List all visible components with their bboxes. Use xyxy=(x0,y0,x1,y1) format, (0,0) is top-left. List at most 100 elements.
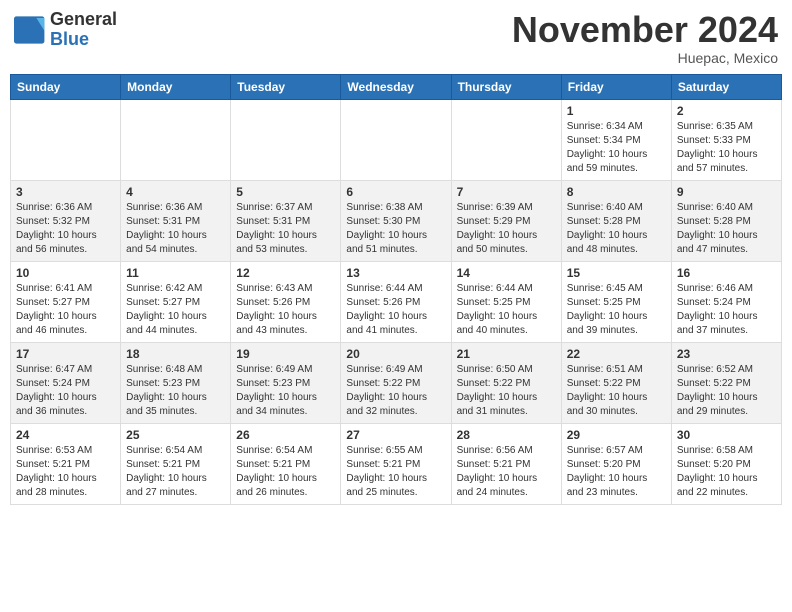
week-row-2: 3 Sunrise: 6:36 AMSunset: 5:32 PMDaylight… xyxy=(11,180,782,261)
day-info: Sunrise: 6:34 AMSunset: 5:34 PMDaylight:… xyxy=(567,120,666,176)
day-number: 4 xyxy=(126,185,225,199)
day-info: Sunrise: 6:52 AMSunset: 5:22 PMDaylight:… xyxy=(677,363,776,419)
day-cell-15: 15 Sunrise: 6:45 AMSunset: 5:25 PMDayligh… xyxy=(561,261,671,342)
day-info: Sunrise: 6:45 AMSunset: 5:25 PMDaylight:… xyxy=(567,282,666,338)
day-info: Sunrise: 6:48 AMSunset: 5:23 PMDaylight:… xyxy=(126,363,225,419)
title-section: November 2024 Huepac, Mexico xyxy=(512,10,778,66)
day-info: Sunrise: 6:41 AMSunset: 5:27 PMDaylight:… xyxy=(16,282,115,338)
day-info: Sunrise: 6:51 AMSunset: 5:22 PMDaylight:… xyxy=(567,363,666,419)
day-number: 16 xyxy=(677,266,776,280)
day-number: 18 xyxy=(126,347,225,361)
day-number: 2 xyxy=(677,104,776,118)
day-header-sunday: Sunday xyxy=(11,74,121,99)
location: Huepac, Mexico xyxy=(512,50,778,66)
day-info: Sunrise: 6:40 AMSunset: 5:28 PMDaylight:… xyxy=(567,201,666,257)
day-cell-5: 5Sunrise: 6:37 AMSunset: 5:31 PMDaylight… xyxy=(231,180,341,261)
day-cell-18: 18 Sunrise: 6:48 AMSunset: 5:23 PMDayligh… xyxy=(121,342,231,423)
day-info: Sunrise: 6:43 AMSunset: 5:26 PMDaylight:… xyxy=(236,282,335,338)
day-cell-4: 4 Sunrise: 6:36 AMSunset: 5:31 PMDaylight… xyxy=(121,180,231,261)
day-info: Sunrise: 6:46 AMSunset: 5:24 PMDaylight:… xyxy=(677,282,776,338)
day-cell-22: 22 Sunrise: 6:51 AMSunset: 5:22 PMDayligh… xyxy=(561,342,671,423)
day-number: 26 xyxy=(236,428,335,442)
day-cell-10: 10 Sunrise: 6:41 AMSunset: 5:27 PMDayligh… xyxy=(11,261,121,342)
day-header-wednesday: Wednesday xyxy=(341,74,451,99)
week-row-3: 10 Sunrise: 6:41 AMSunset: 5:27 PMDayligh… xyxy=(11,261,782,342)
calendar: SundayMondayTuesdayWednesdayThursdayFrid… xyxy=(10,74,782,505)
day-number: 21 xyxy=(457,347,556,361)
day-cell-3: 3 Sunrise: 6:36 AMSunset: 5:32 PMDaylight… xyxy=(11,180,121,261)
empty-cell xyxy=(341,99,451,180)
day-info: Sunrise: 6:36 AMSunset: 5:31 PMDaylight:… xyxy=(126,201,225,257)
day-number: 17 xyxy=(16,347,115,361)
empty-cell xyxy=(451,99,561,180)
day-number: 11 xyxy=(126,266,225,280)
day-cell-14: 14 Sunrise: 6:44 AMSunset: 5:25 PMDayligh… xyxy=(451,261,561,342)
day-cell-25: 25Sunrise: 6:54 AMSunset: 5:21 PMDayligh… xyxy=(121,423,231,504)
day-info: Sunrise: 6:39 AMSunset: 5:29 PMDaylight:… xyxy=(457,201,556,257)
day-number: 14 xyxy=(457,266,556,280)
header-row: SundayMondayTuesdayWednesdayThursdayFrid… xyxy=(11,74,782,99)
day-number: 27 xyxy=(346,428,445,442)
page-header: General Blue November 2024 Huepac, Mexic… xyxy=(10,10,782,66)
logo-icon xyxy=(14,16,46,44)
day-info: Sunrise: 6:53 AMSunset: 5:21 PMDaylight:… xyxy=(16,444,115,500)
day-cell-26: 26 Sunrise: 6:54 AMSunset: 5:21 PMDayligh… xyxy=(231,423,341,504)
day-header-monday: Monday xyxy=(121,74,231,99)
day-cell-19: 19 Sunrise: 6:49 AMSunset: 5:23 PMDayligh… xyxy=(231,342,341,423)
day-cell-30: 30 Sunrise: 6:58 AMSunset: 5:20 PMDayligh… xyxy=(671,423,781,504)
day-number: 25 xyxy=(126,428,225,442)
day-cell-24: 24 Sunrise: 6:53 AMSunset: 5:21 PMDayligh… xyxy=(11,423,121,504)
day-cell-17: 17 Sunrise: 6:47 AMSunset: 5:24 PMDayligh… xyxy=(11,342,121,423)
day-info: Sunrise: 6:58 AMSunset: 5:20 PMDaylight:… xyxy=(677,444,776,500)
day-info: Sunrise: 6:56 AMSunset: 5:21 PMDaylight:… xyxy=(457,444,556,500)
day-info: Sunrise: 6:57 AMSunset: 5:20 PMDaylight:… xyxy=(567,444,666,500)
day-info: Sunrise: 6:50 AMSunset: 5:22 PMDaylight:… xyxy=(457,363,556,419)
day-info: Sunrise: 6:42 AMSunset: 5:27 PMDaylight:… xyxy=(126,282,225,338)
day-number: 20 xyxy=(346,347,445,361)
day-number: 30 xyxy=(677,428,776,442)
day-number: 13 xyxy=(346,266,445,280)
day-cell-2: 2 Sunrise: 6:35 AMSunset: 5:33 PMDaylight… xyxy=(671,99,781,180)
day-number: 15 xyxy=(567,266,666,280)
logo-text: General Blue xyxy=(50,10,117,50)
day-cell-27: 27Sunrise: 6:55 AMSunset: 5:21 PMDayligh… xyxy=(341,423,451,504)
day-number: 12 xyxy=(236,266,335,280)
day-header-friday: Friday xyxy=(561,74,671,99)
day-cell-1: 1 Sunrise: 6:34 AMSunset: 5:34 PMDaylight… xyxy=(561,99,671,180)
day-info: Sunrise: 6:38 AMSunset: 5:30 PMDaylight:… xyxy=(346,201,445,257)
logo-general: General xyxy=(50,9,117,29)
day-info: Sunrise: 6:36 AMSunset: 5:32 PMDaylight:… xyxy=(16,201,115,257)
day-cell-23: 23Sunrise: 6:52 AMSunset: 5:22 PMDayligh… xyxy=(671,342,781,423)
day-number: 9 xyxy=(677,185,776,199)
day-number: 28 xyxy=(457,428,556,442)
day-number: 6 xyxy=(346,185,445,199)
day-cell-7: 7 Sunrise: 6:39 AMSunset: 5:29 PMDaylight… xyxy=(451,180,561,261)
week-row-4: 17 Sunrise: 6:47 AMSunset: 5:24 PMDayligh… xyxy=(11,342,782,423)
day-cell-20: 20 Sunrise: 6:49 AMSunset: 5:22 PMDayligh… xyxy=(341,342,451,423)
day-cell-21: 21 Sunrise: 6:50 AMSunset: 5:22 PMDayligh… xyxy=(451,342,561,423)
day-number: 7 xyxy=(457,185,556,199)
day-info: Sunrise: 6:35 AMSunset: 5:33 PMDaylight:… xyxy=(677,120,776,176)
day-info: Sunrise: 6:47 AMSunset: 5:24 PMDaylight:… xyxy=(16,363,115,419)
day-number: 24 xyxy=(16,428,115,442)
day-cell-29: 29 Sunrise: 6:57 AMSunset: 5:20 PMDayligh… xyxy=(561,423,671,504)
day-info: Sunrise: 6:54 AMSunset: 5:21 PMDaylight:… xyxy=(236,444,335,500)
day-cell-13: 13 Sunrise: 6:44 AMSunset: 5:26 PMDayligh… xyxy=(341,261,451,342)
day-number: 3 xyxy=(16,185,115,199)
empty-cell xyxy=(231,99,341,180)
day-info: Sunrise: 6:44 AMSunset: 5:25 PMDaylight:… xyxy=(457,282,556,338)
day-number: 1 xyxy=(567,104,666,118)
week-row-1: 1 Sunrise: 6:34 AMSunset: 5:34 PMDaylight… xyxy=(11,99,782,180)
day-number: 22 xyxy=(567,347,666,361)
week-row-5: 24 Sunrise: 6:53 AMSunset: 5:21 PMDayligh… xyxy=(11,423,782,504)
empty-cell xyxy=(11,99,121,180)
day-info: Sunrise: 6:44 AMSunset: 5:26 PMDaylight:… xyxy=(346,282,445,338)
day-cell-28: 28 Sunrise: 6:56 AMSunset: 5:21 PMDayligh… xyxy=(451,423,561,504)
day-number: 29 xyxy=(567,428,666,442)
day-cell-12: 12 Sunrise: 6:43 AMSunset: 5:26 PMDayligh… xyxy=(231,261,341,342)
day-number: 10 xyxy=(16,266,115,280)
day-info: Sunrise: 6:49 AMSunset: 5:22 PMDaylight:… xyxy=(346,363,445,419)
day-info: Sunrise: 6:40 AMSunset: 5:28 PMDaylight:… xyxy=(677,201,776,257)
day-number: 19 xyxy=(236,347,335,361)
day-info: Sunrise: 6:49 AMSunset: 5:23 PMDaylight:… xyxy=(236,363,335,419)
